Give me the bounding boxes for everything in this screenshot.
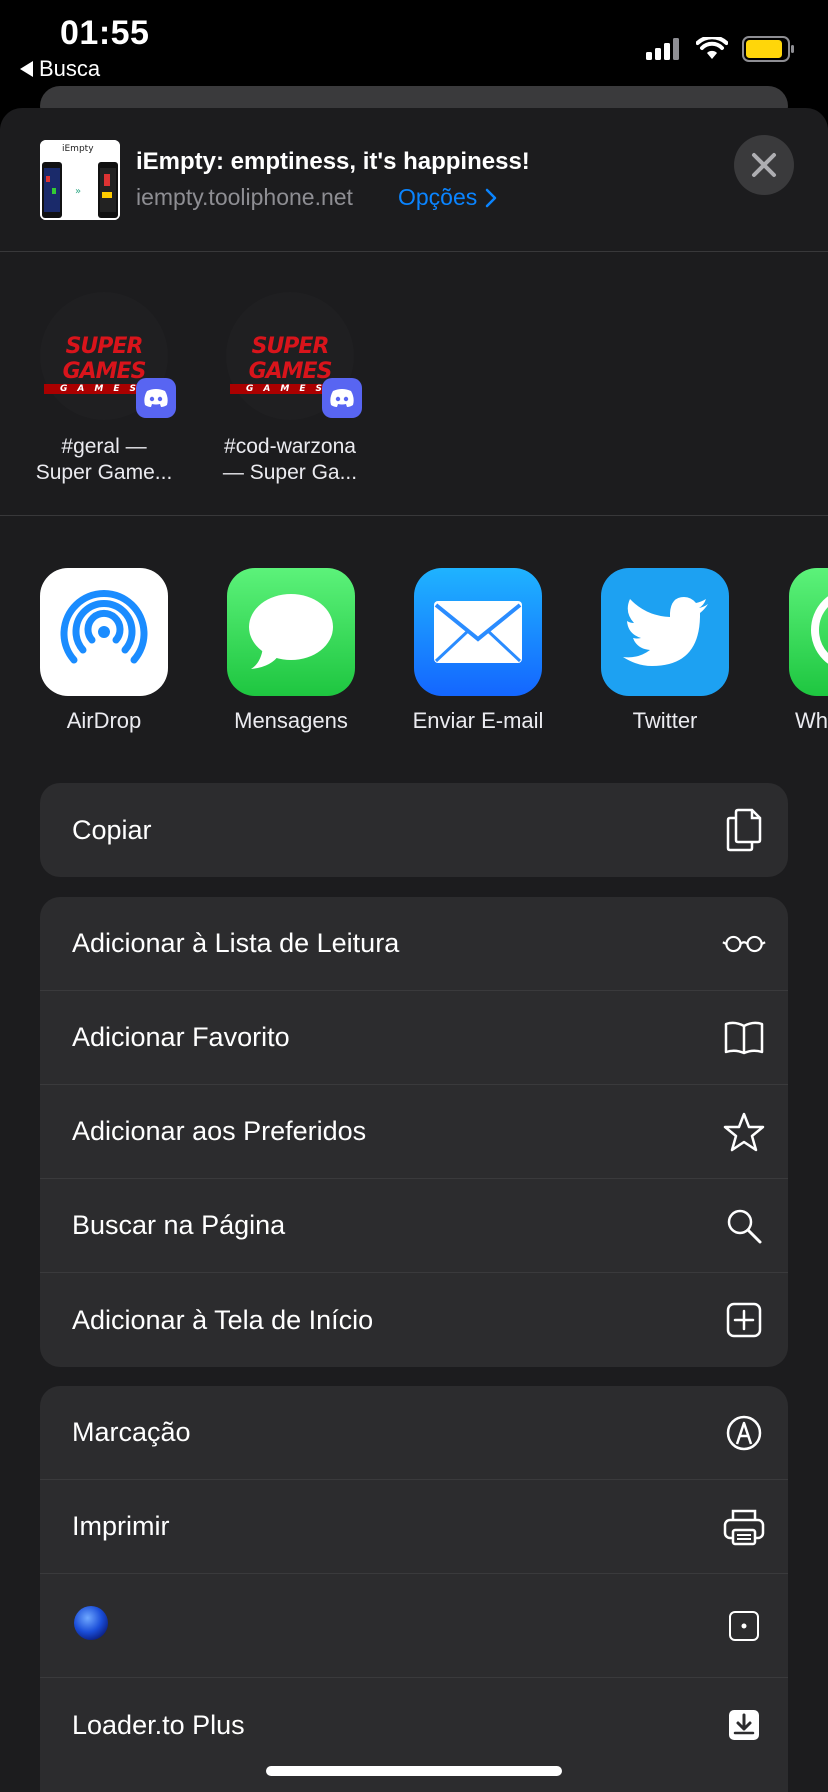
options-link[interactable]: Opções [398,184,497,211]
svg-text:iEmpty: iEmpty [62,144,94,154]
app-label: Enviar E-mail [412,708,544,733]
action-label: Adicionar aos Preferidos [72,1116,367,1146]
app-label: Twitter [632,708,698,733]
messages-icon [227,568,355,696]
action-loader-to-plus[interactable]: Loader.to Plus [40,1678,788,1772]
download-icon [722,1703,766,1747]
action-add-bookmark[interactable]: Adicionar Favorito [40,991,788,1085]
chevron-right-icon [486,188,497,207]
action-add-to-home-screen[interactable]: Adicionar à Tela de Início [40,1273,788,1367]
person-suggestion-cod-warzona[interactable]: SUPER GAMES GAMES #cod-warzona — Super G… [210,292,370,486]
status-bar: 01:55 Busca [0,0,828,90]
action-copiar[interactable]: Copiar [40,783,788,877]
blue-dot-icon [72,1604,110,1649]
app-whatsapp[interactable]: Wh [777,568,828,734]
page-title: iEmpty: emptiness, it's happiness! [136,148,530,175]
whatsapp-icon [789,568,828,696]
close-icon [752,153,776,177]
action-find-on-page[interactable]: Buscar na Página [40,1179,788,1273]
markup-icon [722,1411,766,1455]
person-suggestion-geral[interactable]: SUPER GAMES GAMES #geral — Super Game... [24,292,184,486]
action-reading-list[interactable]: Adicionar à Lista de Leitura [40,897,788,991]
mail-icon [414,568,542,696]
copy-icon [722,808,766,852]
action-label: Marcação [72,1417,191,1447]
cellular-signal-icon [646,38,679,60]
action-label: Loader.to Plus [72,1709,245,1740]
search-icon [722,1204,766,1248]
back-to-search[interactable]: Busca [20,56,100,82]
share-apps-row: AirDrop Mensagens Enviar E-mail Twitter … [0,516,828,746]
home-indicator[interactable] [266,1766,562,1776]
back-label: Busca [39,56,101,81]
share-header: iEmpty » iEmpty: emptiness, it's happine… [0,108,828,252]
action-blue-dot[interactable] [40,1574,788,1678]
share-sheet: iEmpty » iEmpty: emptiness, it's happine… [0,108,828,1792]
action-label: Imprimir [72,1511,170,1541]
twitter-icon [601,568,729,696]
page-thumbnail: iEmpty » [40,140,120,220]
people-suggestions: SUPER GAMES GAMES #geral — Super Game... [0,252,828,516]
square-dot-icon [722,1604,766,1648]
action-label: Adicionar Favorito [72,1022,290,1052]
action-group-browser: Adicionar à Lista de Leitura Adicionar F… [40,897,788,1367]
avatar: SUPER GAMES GAMES [226,292,362,420]
action-label: Copiar [72,814,152,845]
app-label: AirDrop [66,708,142,733]
action-group-copy: Copiar [40,783,788,877]
action-label: Adicionar à Lista de Leitura [72,928,400,958]
app-label: Mensagens [234,708,348,733]
discord-icon [136,378,176,418]
star-icon [722,1110,766,1154]
avatar: SUPER GAMES GAMES [40,292,176,420]
app-twitter[interactable]: Twitter [590,568,740,734]
close-button[interactable] [734,135,794,195]
action-print[interactable]: Imprimir [40,1480,788,1574]
app-label: Wh [795,708,828,733]
add-square-icon [722,1298,766,1342]
svg-text:»: » [75,186,81,197]
status-time: 01:55 [60,14,150,52]
action-label: Buscar na Página [72,1210,286,1240]
action-group-extensions: Marcação Imprimir Loader.to Plus [40,1386,788,1792]
back-arrow-icon [20,61,33,77]
app-airdrop[interactable]: AirDrop [29,568,179,734]
discord-icon [322,378,362,418]
battery-icon [742,36,794,62]
airdrop-icon [40,568,168,696]
action-add-favorites[interactable]: Adicionar aos Preferidos [40,1085,788,1179]
page-url: iempty.tooliphone.net [136,184,353,210]
book-icon [722,1016,766,1060]
status-icons [646,36,796,62]
app-enviar-email[interactable]: Enviar E-mail [403,568,553,734]
printer-icon [722,1505,766,1549]
person-name: #geral — Super Game... [35,435,173,484]
glasses-icon [722,922,766,966]
action-markup[interactable]: Marcação [40,1386,788,1480]
person-name: #cod-warzona — Super Ga... [222,435,358,484]
wifi-icon [696,37,728,59]
app-mensagens[interactable]: Mensagens [216,568,366,734]
options-label: Opções [398,184,478,210]
action-label: Adicionar à Tela de Início [72,1304,374,1335]
